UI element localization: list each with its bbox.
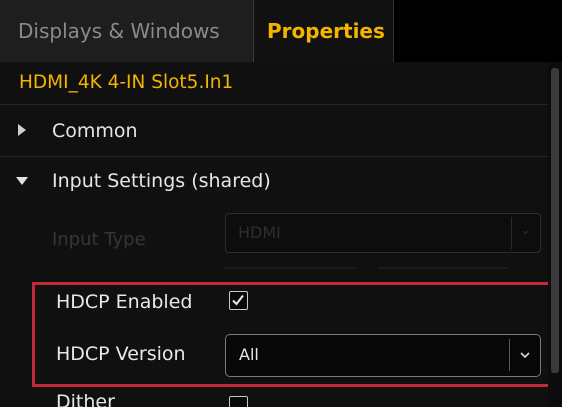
input-type-value: HDMI (238, 223, 281, 242)
select-divider (511, 217, 512, 249)
properties-window: Displays & Windows Properties HDMI_4K 4-… (0, 0, 562, 407)
input-type-label: Input Type (52, 229, 146, 250)
hdcp-version-value: All (239, 345, 259, 364)
section-common-label: Common (52, 120, 138, 142)
dither-checkbox[interactable] (229, 396, 248, 407)
section-input-settings[interactable]: Input Settings (shared) (0, 156, 548, 204)
divider (378, 267, 508, 269)
tab-displays-windows[interactable]: Displays & Windows (0, 0, 254, 62)
scrollbar[interactable] (548, 62, 562, 407)
triangle-right-icon (18, 124, 26, 136)
section-common[interactable]: Common (0, 104, 548, 156)
tab-bar: Displays & Windows Properties (0, 0, 562, 62)
select-divider (509, 339, 510, 371)
hdcp-version-select[interactable]: All (225, 334, 541, 377)
chevron-down-icon: ⌄ (520, 223, 531, 238)
hdcp-enabled-label: HDCP Enabled (56, 291, 193, 313)
divider (225, 267, 355, 269)
chevron-down-icon[interactable] (517, 340, 533, 370)
scrollbar-thumb[interactable] (551, 68, 559, 373)
dither-label: Dither (56, 391, 115, 407)
checkmark-icon (232, 294, 244, 306)
triangle-down-icon (16, 177, 28, 185)
device-title: HDMI_4K 4-IN Slot5.In1 (19, 72, 234, 93)
hdcp-version-label: HDCP Version (56, 343, 186, 365)
section-input-settings-label: Input Settings (shared) (52, 170, 271, 192)
hdcp-enabled-checkbox[interactable] (229, 291, 248, 310)
tab-properties[interactable]: Properties (254, 0, 394, 62)
input-type-select: HDMI ⌄ (225, 213, 541, 253)
